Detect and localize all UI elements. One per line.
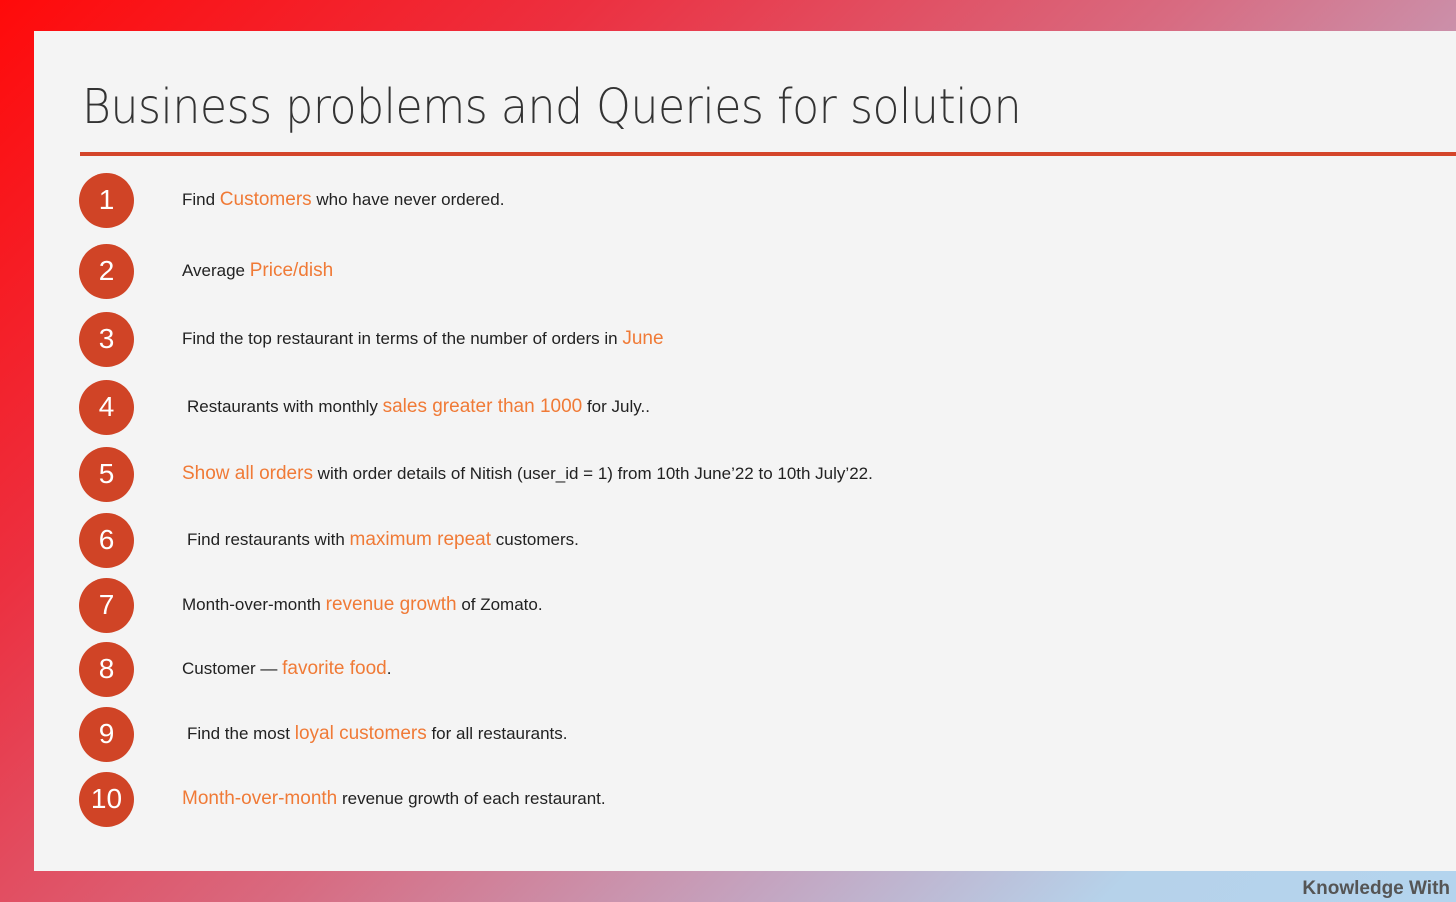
highlight-text: revenue growth: [325, 594, 457, 615]
problem-item: 9 Find the most loyal customers for all r…: [79, 706, 568, 762]
problem-item: 6 Find restaurants with maximum repeat cu…: [79, 512, 579, 568]
text-segment: for all restaurants.: [426, 724, 568, 743]
text-segment: with order details of Nitish (user_id = …: [312, 464, 873, 483]
highlight-text: sales greater than 1000: [382, 396, 583, 417]
text-segment: Find restaurants with: [187, 530, 350, 549]
number-badge: 7: [79, 577, 134, 633]
number-badge: 4: [79, 379, 134, 435]
problem-text: Find the top restaurant in terms of the …: [182, 328, 664, 350]
text-segment: Average: [182, 261, 250, 280]
text-segment: who have never ordered.: [311, 190, 505, 209]
text-segment: Find: [182, 190, 220, 209]
footer-watermark: Knowledge With: [1302, 878, 1450, 899]
slide: Business problems and Queries for soluti…: [34, 31, 1456, 871]
text-segment: Month-over-month: [182, 595, 326, 614]
highlight-text: loyal customers: [294, 723, 427, 744]
number-badge: 9: [79, 706, 134, 762]
text-segment: Customer —: [182, 659, 283, 678]
number-badge: 3: [79, 311, 134, 367]
highlight-text: Customers: [219, 189, 312, 210]
problem-text: Show all orders with order details of Ni…: [182, 463, 873, 485]
problem-item: 7 Month-over-month revenue growth of Zoma…: [79, 577, 543, 633]
number-badge: 6: [79, 512, 134, 568]
problem-text: Customer — favorite food.: [182, 658, 391, 680]
problem-text: Average Price/dish: [182, 260, 333, 282]
problem-text: Month-over-month revenue growth of Zomat…: [182, 594, 543, 616]
number-badge: 1: [79, 172, 134, 228]
number-badge: 2: [79, 243, 134, 299]
text-segment: for July..: [582, 397, 650, 416]
number-badge: 10: [79, 771, 134, 827]
text-segment: .: [386, 659, 392, 678]
problem-item: 2 Average Price/dish: [79, 243, 333, 299]
highlight-text: Price/dish: [249, 260, 334, 281]
text-segment: Restaurants with monthly: [187, 397, 383, 416]
problem-text: Month-over-month revenue growth of each …: [182, 788, 606, 810]
problem-text: Find Customers who have never ordered.: [182, 189, 504, 211]
problem-text: Find restaurants with maximum repeat cus…: [187, 529, 579, 551]
problem-item: 1 Find Customers who have never ordered.: [79, 172, 504, 228]
problem-text: Find the most loyal customers for all re…: [187, 723, 568, 745]
highlight-text: Show all orders: [182, 463, 313, 484]
problem-text: Restaurants with monthly sales greater t…: [187, 396, 650, 418]
problem-item: 3 Find the top restaurant in terms of the…: [79, 311, 664, 367]
highlight-text: June: [622, 328, 664, 349]
slide-title: Business problems and Queries for soluti…: [82, 79, 1022, 135]
text-segment: revenue growth of each restaurant.: [337, 789, 606, 808]
problem-item: 10 Month-over-month revenue growth of eac…: [79, 771, 606, 827]
text-segment: Find the most: [187, 724, 295, 743]
title-divider: [80, 152, 1456, 156]
problem-item: 5 Show all orders with order details of N…: [79, 446, 873, 502]
text-segment: of Zomato.: [456, 595, 543, 614]
number-badge: 8: [79, 641, 134, 697]
problem-item: 4 Restaurants with monthly sales greater …: [79, 379, 650, 435]
number-badge: 5: [79, 446, 134, 502]
highlight-text: Month-over-month: [182, 788, 338, 809]
text-segment: customers.: [491, 530, 579, 549]
text-segment: Find the top restaurant in terms of the …: [182, 329, 623, 348]
problem-item: 8 Customer — favorite food.: [79, 641, 391, 697]
highlight-text: maximum repeat: [349, 529, 492, 550]
highlight-text: favorite food: [282, 658, 387, 679]
